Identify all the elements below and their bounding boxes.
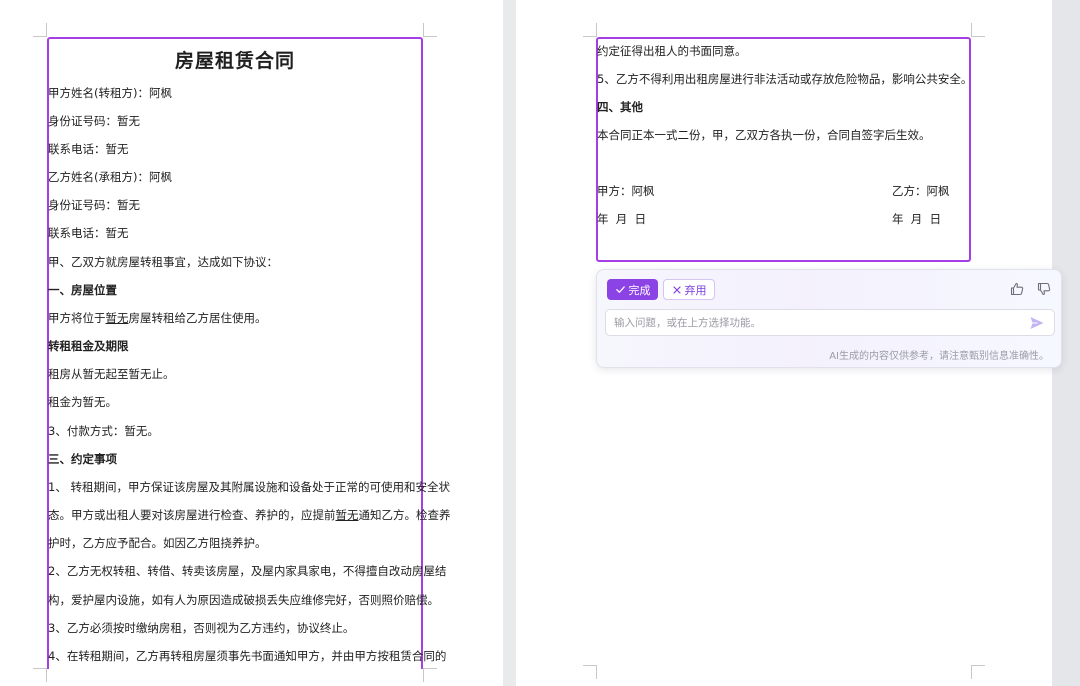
send-icon[interactable] bbox=[1029, 315, 1045, 331]
doc-line: 构，爱护屋内设施，如有人为原因造成破损丢失应维修完好，否则照价赔偿。 bbox=[48, 593, 439, 607]
doc-line: 身份证号码：暂无 bbox=[48, 198, 140, 212]
crop-mark bbox=[583, 23, 597, 37]
doc-line: 3、乙方必须按时缴纳房租，否则视为乙方违约，协议终止。 bbox=[48, 621, 355, 635]
ai-assistant-panel: 完成 弃用 AI生成的内容仅供参考，请注意甄别信息准确性。 bbox=[596, 269, 1062, 368]
check-icon bbox=[615, 286, 625, 293]
crop-mark bbox=[33, 668, 47, 682]
doc-line: 态。甲方或出租人要对该房屋进行检查、养护的，应提前暂无通知乙方。检查养 bbox=[48, 508, 451, 522]
close-icon bbox=[672, 285, 681, 294]
done-button[interactable]: 完成 bbox=[607, 279, 658, 300]
section-heading: 三、约定事项 bbox=[48, 452, 117, 466]
doc-line: 护时，乙方应予配合。如因乙方阻挠养护。 bbox=[48, 536, 267, 550]
doc-line: 身份证号码：暂无 bbox=[48, 114, 140, 128]
discard-button-label: 弃用 bbox=[684, 283, 707, 297]
doc-line: 乙方姓名(承租方)：阿枫 bbox=[48, 170, 172, 184]
ai-question-input[interactable] bbox=[614, 310, 1024, 335]
section-heading: 转租租金及期限 bbox=[48, 339, 129, 353]
doc-line: 3、付款方式：暂无。 bbox=[48, 424, 159, 438]
crop-mark bbox=[423, 23, 437, 37]
ai-input-box bbox=[605, 309, 1055, 336]
doc-line: 4、在转租期间，乙方再转租房屋须事先书面通知甲方，并由甲方按租赁合同的 bbox=[48, 649, 447, 663]
doc-line: 联系电话：暂无 bbox=[48, 142, 129, 156]
doc-line: 2、乙方无权转租、转借、转卖该房屋，及屋内家具家电，不得擅自改动房屋结 bbox=[48, 564, 447, 578]
crop-mark bbox=[583, 665, 597, 679]
doc-line: 甲方将位于暂无房屋转租给乙方居住使用。 bbox=[48, 311, 267, 325]
crop-mark bbox=[423, 668, 437, 682]
doc-line: 租房从暂无起至暂无止。 bbox=[48, 367, 175, 381]
crop-mark bbox=[971, 665, 985, 679]
signature-date-b: 年 月 日 bbox=[892, 212, 942, 226]
ai-disclaimer: AI生成的内容仅供参考，请注意甄别信息准确性。 bbox=[829, 351, 1049, 362]
crop-mark bbox=[971, 23, 985, 37]
doc-line: 甲、乙双方就房屋转租事宜，达成如下协议： bbox=[48, 255, 278, 269]
doc-line: 甲方姓名(转租方)：阿枫 bbox=[48, 86, 172, 100]
section-heading: 一、房屋位置 bbox=[48, 283, 117, 297]
doc-line: 租金为暂无。 bbox=[48, 395, 117, 409]
doc-line: 本合同正本一式二份，甲，乙双方各执一份，合同自签字后生效。 bbox=[597, 128, 931, 142]
document-title: 房屋租赁合同 bbox=[174, 50, 295, 72]
doc-line: 5、乙方不得利用出租房屋进行非法活动或存放危险物品，影响公共安全。 bbox=[597, 72, 973, 86]
thumbs-up-icon[interactable] bbox=[1009, 281, 1025, 297]
doc-line: 1、 转租期间，甲方保证该房屋及其附属设施和设备处于正常的可使用和安全状 bbox=[48, 480, 450, 494]
doc-line: 约定征得出租人的书面同意。 bbox=[597, 44, 747, 58]
crop-mark bbox=[33, 23, 47, 37]
signature-party-b: 乙方：阿枫 bbox=[892, 184, 950, 198]
thumbs-down-icon[interactable] bbox=[1036, 281, 1052, 297]
section-heading: 四、其他 bbox=[597, 100, 643, 114]
signature-party-a: 甲方：阿枫 bbox=[597, 184, 655, 198]
discard-button[interactable]: 弃用 bbox=[663, 279, 715, 300]
signature-date-a: 年 月 日 bbox=[597, 212, 647, 226]
done-button-label: 完成 bbox=[628, 283, 651, 297]
doc-line: 联系电话：暂无 bbox=[48, 226, 129, 240]
